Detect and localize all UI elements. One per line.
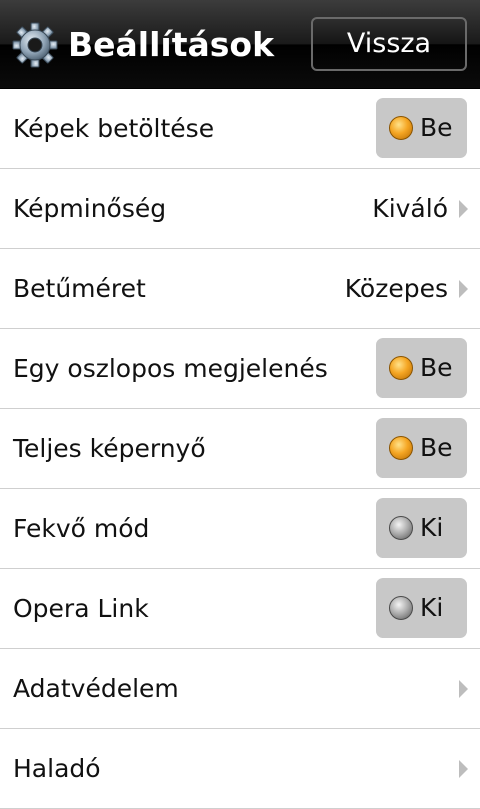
toggle-state-label: Ki	[420, 593, 444, 622]
setting-row-image-quality[interactable]: Képminőség Kiváló	[0, 169, 480, 249]
setting-row-single-column[interactable]: Egy oszlopos megjelenés Be	[0, 329, 480, 409]
toggle-switch[interactable]: Be	[376, 338, 467, 398]
setting-label: Opera Link	[13, 594, 149, 623]
setting-row-landscape-mode[interactable]: Fekvő mód Ki	[0, 489, 480, 569]
setting-value: Közepes	[344, 274, 448, 303]
toggle-on-indicator-icon	[389, 436, 413, 460]
setting-label: Adatvédelem	[13, 674, 179, 703]
toggle-on-indicator-icon	[389, 116, 413, 140]
toggle-switch[interactable]: Ki	[376, 578, 467, 638]
setting-label: Képek betöltése	[13, 114, 215, 143]
setting-label: Haladó	[13, 754, 101, 783]
toggle-state-label: Be	[420, 353, 453, 382]
setting-label: Fekvő mód	[13, 514, 150, 543]
setting-row-font-size[interactable]: Betűméret Közepes	[0, 249, 480, 329]
toggle-off-indicator-icon	[389, 596, 413, 620]
toggle-on-indicator-icon	[389, 356, 413, 380]
chevron-right-icon	[459, 680, 468, 698]
settings-list: Képek betöltése Be Képminőség Kiváló Bet…	[0, 89, 480, 809]
setting-label: Teljes képernyő	[13, 434, 206, 463]
setting-label: Képminőség	[13, 194, 167, 223]
setting-row-opera-link[interactable]: Opera Link Ki	[0, 569, 480, 649]
setting-label: Betűméret	[13, 274, 146, 303]
setting-row-load-images[interactable]: Képek betöltése Be	[0, 89, 480, 169]
setting-label: Egy oszlopos megjelenés	[13, 354, 328, 383]
setting-row-full-screen[interactable]: Teljes képernyő Be	[0, 409, 480, 489]
toggle-switch[interactable]: Ki	[376, 498, 467, 558]
title-bar: Beállítások Vissza	[0, 0, 480, 89]
toggle-switch[interactable]: Be	[376, 98, 467, 158]
toggle-off-indicator-icon	[389, 516, 413, 540]
setting-value: Kiváló	[372, 194, 448, 223]
setting-row-advanced[interactable]: Haladó	[0, 729, 480, 809]
toggle-switch[interactable]: Be	[376, 418, 467, 478]
page-title: Beállítások	[68, 25, 275, 64]
chevron-right-icon	[459, 280, 468, 298]
toggle-state-label: Be	[420, 433, 453, 462]
chevron-right-icon	[459, 760, 468, 778]
setting-row-privacy[interactable]: Adatvédelem	[0, 649, 480, 729]
toggle-state-label: Be	[420, 113, 453, 142]
gear-icon	[12, 22, 58, 68]
chevron-right-icon	[459, 200, 468, 218]
back-button[interactable]: Vissza	[311, 17, 467, 71]
toggle-state-label: Ki	[420, 513, 444, 542]
